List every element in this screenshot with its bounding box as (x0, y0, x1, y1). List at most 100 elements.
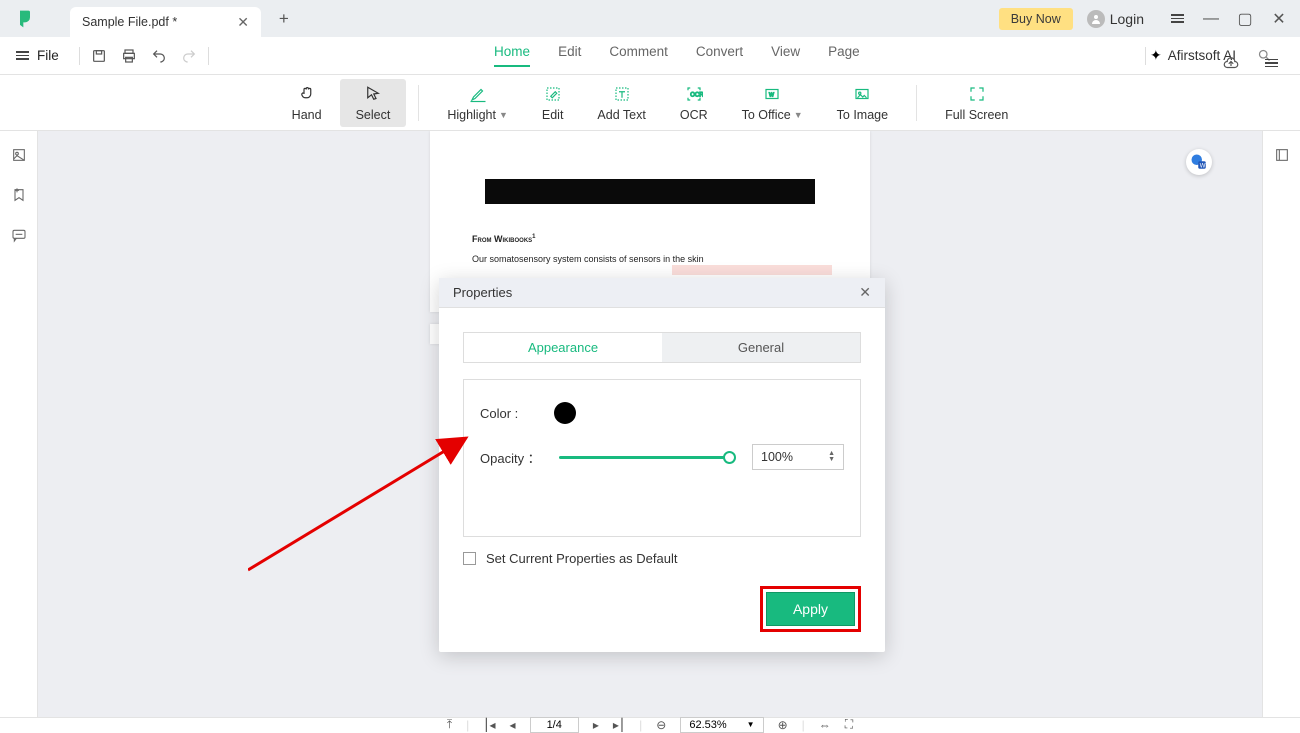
close-window-icon[interactable]: ✕ (1270, 10, 1288, 28)
menu-comment[interactable]: Comment (609, 44, 668, 67)
divider: | (802, 718, 805, 732)
maximize-icon[interactable]: ▢ (1236, 10, 1254, 28)
set-default-checkbox[interactable] (463, 552, 476, 565)
fit-page-icon[interactable]: ⛶ (845, 717, 853, 732)
color-label: Color : (480, 406, 536, 421)
tab-general[interactable]: General (662, 333, 860, 362)
right-sidebar (1262, 131, 1300, 717)
cloud-icon[interactable] (1216, 48, 1246, 78)
login-button[interactable]: Login (1087, 10, 1144, 28)
divider (79, 47, 80, 65)
opacity-input[interactable]: 100% ▲▼ (752, 444, 844, 470)
highlight-annotation[interactable] (672, 265, 832, 275)
set-default-label: Set Current Properties as Default (486, 551, 677, 566)
dialog-tabs: Appearance General (463, 332, 861, 363)
document-tab[interactable]: Sample File.pdf * ✕ (70, 7, 261, 37)
menu-page[interactable]: Page (828, 44, 860, 67)
panel-icon[interactable] (1256, 48, 1286, 78)
dialog-close-icon[interactable]: ✕ (859, 284, 871, 301)
properties-panel-icon[interactable] (1272, 145, 1292, 165)
svg-text:W: W (1200, 163, 1206, 169)
add-text-label: Add Text (597, 108, 645, 122)
menu-convert[interactable]: Convert (696, 44, 743, 67)
fullscreen-label: Full Screen (945, 108, 1008, 122)
edit-tool[interactable]: Edit (526, 79, 580, 127)
select-label: Select (356, 108, 391, 122)
menu-edit[interactable]: Edit (558, 44, 581, 67)
menubar: File Home Edit Comment Convert View Page… (0, 37, 1300, 75)
comments-icon[interactable] (9, 225, 29, 245)
ocr-label: OCR (680, 108, 708, 122)
edit-label: Edit (542, 108, 564, 122)
divider (418, 85, 419, 121)
status-bar: ⤒ | ⎮◂ ◂ 1/4 ▸ ▸⎮ | ⊖ 62.53%▼ ⊕ | ⇔ ⛶ (0, 717, 1300, 729)
undo-icon[interactable] (144, 41, 174, 71)
menu-view[interactable]: View (771, 44, 800, 67)
prev-page-icon[interactable]: ◂ (510, 718, 516, 732)
print-icon[interactable] (114, 41, 144, 71)
to-office-tool[interactable]: W To Office▼ (726, 79, 819, 127)
minimize-icon[interactable]: — (1202, 10, 1220, 28)
highlight-label: Highlight (447, 108, 496, 122)
word-export-badge[interactable]: W (1186, 149, 1212, 175)
select-tool[interactable]: Select (340, 79, 407, 127)
svg-text:W: W (769, 92, 774, 98)
highlight-tool[interactable]: Highlight▼ (431, 79, 524, 127)
dialog-title: Properties (453, 285, 512, 300)
divider (208, 47, 209, 65)
divider: | (466, 718, 469, 732)
dialog-header[interactable]: Properties ✕ (439, 278, 885, 308)
fit-width-icon[interactable]: ⇔ (819, 718, 831, 732)
hamburger-icon[interactable] (1168, 10, 1186, 28)
hand-icon (298, 84, 316, 104)
fullscreen-tool[interactable]: Full Screen (929, 79, 1024, 127)
appearance-panel: Color : Opacity ： 100% ▲▼ (463, 379, 861, 537)
chevron-down-icon: ▼ (794, 110, 803, 120)
doc-body-line: Our somatosensory system consists of sen… (472, 254, 828, 264)
tab-appearance[interactable]: Appearance (464, 333, 662, 362)
opacity-label: Opacity ： (480, 448, 541, 467)
ocr-tool[interactable]: OCR OCR (664, 79, 724, 127)
page-indicator[interactable]: 1/4 (530, 717, 579, 733)
redo-icon[interactable] (174, 41, 204, 71)
save-icon[interactable] (84, 41, 114, 71)
scroll-top-icon[interactable]: ⤒ (447, 717, 452, 732)
file-label: File (37, 48, 59, 63)
fullscreen-icon (968, 84, 986, 104)
divider (916, 85, 917, 121)
divider (1145, 47, 1146, 65)
color-picker[interactable] (554, 402, 576, 424)
image-icon (853, 84, 871, 104)
opacity-value: 100% (761, 450, 793, 464)
buy-now-button[interactable]: Buy Now (999, 8, 1073, 30)
menu-home[interactable]: Home (494, 44, 530, 67)
file-menu[interactable]: File (0, 48, 75, 63)
apply-button[interactable]: Apply (766, 592, 855, 626)
last-page-icon[interactable]: ▸⎮ (613, 718, 625, 732)
bookmarks-icon[interactable] (9, 185, 29, 205)
next-page-icon[interactable]: ▸ (593, 718, 599, 732)
avatar-icon (1087, 10, 1105, 28)
text-icon (613, 84, 631, 104)
properties-dialog: Properties ✕ Appearance General Color : … (439, 278, 885, 652)
close-tab-icon[interactable]: ✕ (237, 14, 249, 31)
slider-thumb[interactable] (723, 451, 736, 464)
add-text-tool[interactable]: Add Text (581, 79, 661, 127)
thumbnails-icon[interactable] (9, 145, 29, 165)
hand-tool[interactable]: Hand (276, 79, 338, 127)
doc-heading: From Wikibooks1 (472, 234, 828, 244)
first-page-icon[interactable]: ⎮◂ (483, 718, 495, 732)
zoom-in-icon[interactable]: ⊕ (778, 718, 788, 732)
toolbar: Hand Select Highlight▼ Edit Add Text OCR… (0, 75, 1300, 131)
zoom-level[interactable]: 62.53%▼ (680, 717, 763, 733)
redaction-box[interactable] (485, 179, 815, 204)
zoom-out-icon[interactable]: ⊖ (656, 718, 666, 732)
to-image-tool[interactable]: To Image (821, 79, 904, 127)
spinner-icon[interactable]: ▲▼ (828, 451, 835, 463)
menu-icon (16, 51, 29, 60)
opacity-slider[interactable] (559, 447, 734, 467)
add-tab-button[interactable]: + (279, 9, 289, 29)
svg-text:OCR: OCR (690, 92, 703, 98)
to-office-label: To Office (742, 108, 791, 122)
login-label: Login (1110, 11, 1144, 27)
